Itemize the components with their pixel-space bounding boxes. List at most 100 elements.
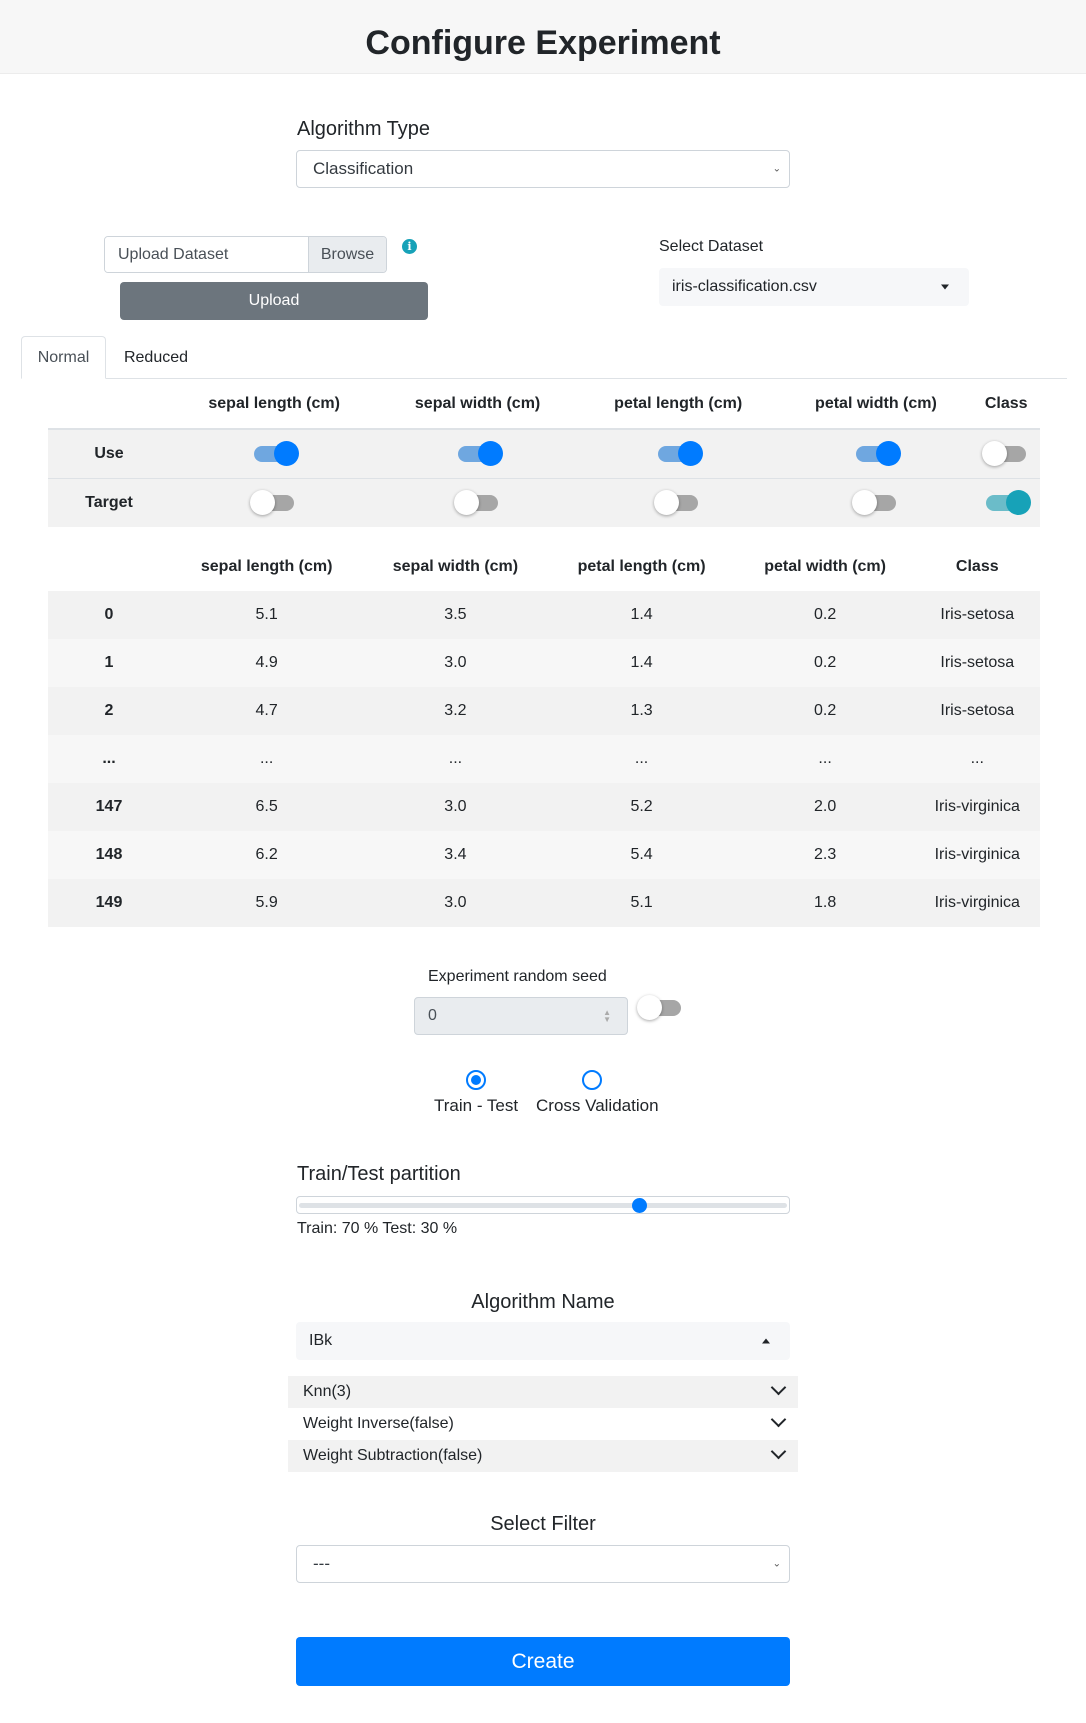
use-toggle[interactable] xyxy=(457,440,503,466)
algorithm-name-label: Algorithm Name xyxy=(471,1291,615,1313)
table-cell: Iris-virginica xyxy=(914,831,1040,879)
column-header: sepal width (cm) xyxy=(392,558,519,575)
toggle-knob xyxy=(477,440,503,466)
param-label: Knn(3) xyxy=(303,1383,352,1400)
select-dataset-label: Select Dataset xyxy=(659,238,764,255)
target-row-label: Target xyxy=(48,477,170,527)
info-icon[interactable]: i xyxy=(402,239,417,254)
target-toggle[interactable] xyxy=(250,489,295,515)
table-row: 1 4.9 3.0 1.4 0.2 Iris-setosa xyxy=(48,639,1040,687)
train-test-label: Train - Test xyxy=(434,1096,519,1115)
column-header: petal width (cm) xyxy=(764,558,886,575)
dataset-preview-table: sepal length (cm) sepal width (cm) petal… xyxy=(48,543,1040,927)
toggle-knob xyxy=(1006,489,1032,515)
target-row: Target xyxy=(48,477,1040,527)
row-index: 147 xyxy=(48,783,170,831)
spinner-icon: ▲ ▼ xyxy=(603,1008,611,1024)
caret-down-icon xyxy=(941,284,949,290)
seed-input[interactable]: 0 ▲ ▼ xyxy=(414,997,628,1035)
table-cell: ... xyxy=(735,735,915,783)
train-test-radio[interactable] xyxy=(466,1070,486,1090)
use-toggle[interactable] xyxy=(855,440,901,466)
table-cell: 5.1 xyxy=(170,591,364,639)
column-header: sepal length (cm) xyxy=(170,379,379,430)
toggle-knob xyxy=(982,440,1008,466)
row-index: 148 xyxy=(48,831,170,879)
column-header: petal length (cm) xyxy=(577,558,706,575)
table-cell: ... xyxy=(170,735,364,783)
target-toggle[interactable] xyxy=(986,489,1032,515)
table-cell: ... xyxy=(914,735,1040,783)
cross-validation-label: Cross Validation xyxy=(536,1096,659,1115)
table-cell: 1.4 xyxy=(547,639,736,687)
table-cell: 5.9 xyxy=(170,879,364,927)
table-cell: 0.2 xyxy=(735,687,915,735)
table-cell: Iris-setosa xyxy=(914,639,1040,687)
column-header: sepal length (cm) xyxy=(200,558,333,575)
table-cell: 3.5 xyxy=(363,591,548,639)
seed-toggle[interactable] xyxy=(637,995,681,1020)
tab-normal[interactable]: Normal xyxy=(21,336,106,379)
param-knn[interactable]: Knn(3) xyxy=(288,1376,798,1408)
table-cell: ... xyxy=(363,735,548,783)
table-cell: 1.3 xyxy=(547,687,736,735)
browse-button[interactable]: Browse xyxy=(308,237,386,272)
table-cell: 3.0 xyxy=(363,783,548,831)
table-cell: 6.5 xyxy=(170,783,364,831)
algorithm-type-value: Classification xyxy=(313,159,414,178)
use-row-label: Use xyxy=(48,428,170,478)
table-cell: 1.4 xyxy=(547,591,736,639)
table-cell: 3.2 xyxy=(363,687,548,735)
select-filter-label: Select Filter xyxy=(490,1513,596,1535)
target-toggle[interactable] xyxy=(654,489,699,515)
dataset-value: iris-classification.csv xyxy=(672,278,817,295)
seed-value: 0 xyxy=(428,1007,437,1024)
row-index: 149 xyxy=(48,879,170,927)
toggle-knob xyxy=(250,489,276,515)
target-toggle[interactable] xyxy=(453,489,498,515)
cross-validation-radio[interactable] xyxy=(582,1070,602,1090)
table-row: 0 5.1 3.5 1.4 0.2 Iris-setosa xyxy=(48,591,1040,639)
slider-thumb[interactable] xyxy=(632,1198,648,1213)
dataset-dropdown[interactable]: iris-classification.csv xyxy=(659,268,969,306)
algorithm-type-select[interactable]: Classification ⌄ xyxy=(296,150,790,188)
toggle-knob xyxy=(678,440,704,466)
filter-select[interactable]: --- ⌄ xyxy=(296,1545,790,1583)
chevron-down-icon: ⌄ xyxy=(772,1558,781,1570)
use-toggle[interactable] xyxy=(254,440,300,466)
table-cell: 4.9 xyxy=(170,639,364,687)
chevron-down-icon xyxy=(770,1379,787,1396)
column-header: petal width (cm) xyxy=(779,379,973,430)
target-toggle[interactable] xyxy=(851,489,896,515)
table-cell: 4.7 xyxy=(170,687,364,735)
create-button[interactable]: Create xyxy=(296,1637,790,1686)
use-toggle[interactable] xyxy=(658,440,704,466)
table-cell: 5.2 xyxy=(547,783,736,831)
filter-value: --- xyxy=(313,1554,330,1573)
table-cell: 2.3 xyxy=(735,831,915,879)
table-row: 147 6.5 3.0 5.2 2.0 Iris-virginica xyxy=(48,783,1040,831)
algorithm-dropdown[interactable]: IBk xyxy=(296,1322,790,1360)
param-weight-subtraction[interactable]: Weight Subtraction(false) xyxy=(288,1440,798,1472)
column-header: Class xyxy=(955,558,999,575)
tab-reduced[interactable]: Reduced xyxy=(106,336,206,379)
use-toggle[interactable] xyxy=(982,440,1027,466)
table-cell: Iris-virginica xyxy=(914,783,1040,831)
seed-label: Experiment random seed xyxy=(428,968,607,985)
table-row: 2 4.7 3.2 1.3 0.2 Iris-setosa xyxy=(48,687,1040,735)
dataset-file-input[interactable]: Upload Dataset Browse xyxy=(104,236,387,273)
upload-button[interactable]: Upload xyxy=(120,282,428,320)
use-row: Use xyxy=(48,428,1040,478)
column-header: sepal width (cm) xyxy=(378,379,577,430)
partition-slider[interactable] xyxy=(296,1196,790,1214)
row-index: 2 xyxy=(48,687,170,735)
corner-header xyxy=(48,379,170,430)
column-header: petal length (cm) xyxy=(576,379,780,430)
param-weight-inverse[interactable]: Weight Inverse(false) xyxy=(288,1408,798,1440)
table-cell: Iris-virginica xyxy=(914,879,1040,927)
column-header: Class xyxy=(972,379,1040,430)
table-cell: 1.8 xyxy=(735,879,915,927)
table-row: 149 5.9 3.0 5.1 1.8 Iris-virginica xyxy=(48,879,1040,927)
page-header: Configure Experiment xyxy=(0,0,1086,74)
param-label: Weight Subtraction(false) xyxy=(303,1447,483,1464)
